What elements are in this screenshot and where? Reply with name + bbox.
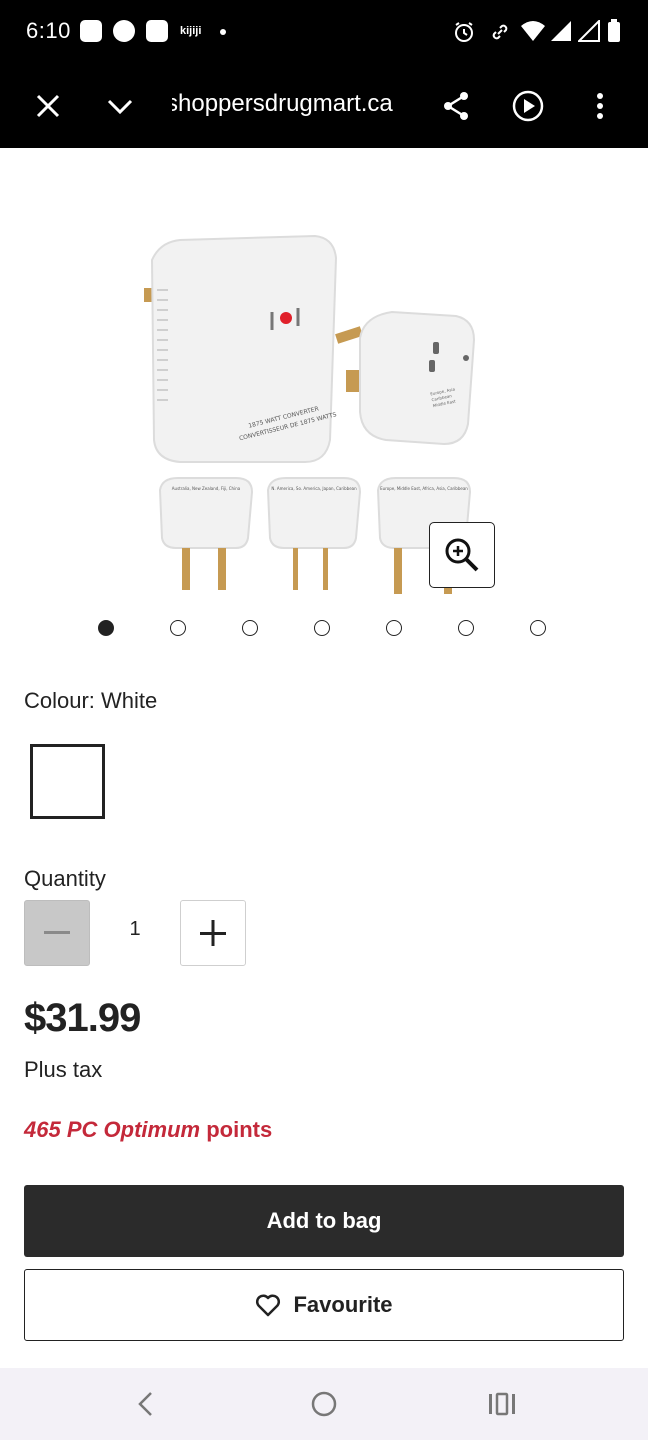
- recents-icon: [489, 1392, 515, 1416]
- colour-label: Colour: White: [24, 688, 158, 713]
- zoom-button[interactable]: [429, 522, 495, 588]
- chevron-down-icon: [107, 99, 133, 115]
- pagination-dot[interactable]: [98, 620, 114, 636]
- quantity-value[interactable]: 1: [90, 918, 180, 941]
- minus-icon: [44, 931, 70, 934]
- plug-label: N. America, So. America, Japan, Caribbea…: [271, 486, 357, 491]
- url-display[interactable]: shoppersdrugmart.ca: [172, 90, 422, 124]
- pagination-dot[interactable]: [242, 620, 258, 636]
- quantity-decrease-button[interactable]: [24, 900, 90, 966]
- play-button[interactable]: [504, 82, 552, 130]
- pagination-dot[interactable]: [386, 620, 402, 636]
- points-brand: PC Optimum: [66, 1117, 201, 1142]
- signal-icon: [578, 20, 600, 42]
- add-to-bag-button[interactable]: Add to bag: [24, 1185, 624, 1257]
- product-image-gallery[interactable]: 1875 WATT CONVERTER CONVERTISSEUR DE 187…: [0, 148, 648, 648]
- plug-label: Europe, Middle East, Africa, Asia, Carib…: [380, 486, 468, 491]
- more-options-button[interactable]: [576, 82, 624, 130]
- pc-optimum-points: 465 PC Optimum points: [24, 1117, 272, 1143]
- zoom-in-icon: [445, 538, 479, 572]
- back-icon: [138, 1392, 152, 1416]
- close-icon: [36, 94, 60, 118]
- quantity-increase-button[interactable]: [180, 900, 246, 966]
- quantity-label: Quantity: [24, 866, 106, 891]
- system-navigation-bar: [0, 1368, 648, 1440]
- notification-app-icon: [146, 20, 168, 42]
- plug-label: Australia, New Zealand, Fiji, China: [172, 486, 241, 491]
- link-icon: [492, 24, 508, 40]
- alarm-icon: [455, 22, 473, 42]
- status-bar: 6:10 kijiji: [0, 0, 648, 64]
- favourite-button[interactable]: Favourite: [24, 1269, 624, 1341]
- pagination-dot[interactable]: [170, 620, 186, 636]
- signal-icon: [551, 21, 571, 41]
- colour-swatch-white[interactable]: [30, 744, 105, 819]
- heart-icon: [256, 1294, 281, 1317]
- pagination-dot[interactable]: [314, 620, 330, 636]
- notification-app-icon: [113, 20, 135, 42]
- wifi-icon: [521, 21, 545, 41]
- more-vert-icon: [597, 93, 603, 119]
- price: $31.99: [24, 996, 141, 1040]
- share-button[interactable]: [432, 82, 480, 130]
- play-icon: [512, 90, 544, 122]
- home-icon: [311, 1391, 337, 1417]
- battery-icon: [608, 19, 620, 42]
- points-amount: 465: [24, 1117, 61, 1142]
- back-button[interactable]: [124, 1382, 168, 1426]
- home-button[interactable]: [302, 1382, 346, 1426]
- notification-app-icon: [80, 20, 102, 42]
- kijiji-notification: kijiji: [180, 25, 202, 37]
- share-icon: [444, 92, 468, 120]
- close-tab-button[interactable]: [24, 82, 72, 130]
- pagination-dot[interactable]: [530, 620, 546, 636]
- tax-note: Plus tax: [24, 1057, 103, 1082]
- recents-button[interactable]: [480, 1382, 524, 1426]
- points-suffix: points: [206, 1117, 273, 1142]
- product-image: 1875 WATT CONVERTER CONVERTISSEUR DE 187…: [144, 234, 476, 594]
- more-notifications-dot: [220, 29, 226, 35]
- add-to-bag-label: Add to bag: [266, 1208, 382, 1233]
- collapse-button[interactable]: [96, 82, 144, 130]
- status-time: 6:10: [26, 18, 71, 43]
- pagination-dot[interactable]: [458, 620, 474, 636]
- favourite-label: Favourite: [293, 1292, 393, 1317]
- plus-icon: [200, 920, 226, 946]
- image-pagination: [0, 620, 648, 636]
- browser-toolbar: shoppersdrugmart.ca: [0, 64, 648, 148]
